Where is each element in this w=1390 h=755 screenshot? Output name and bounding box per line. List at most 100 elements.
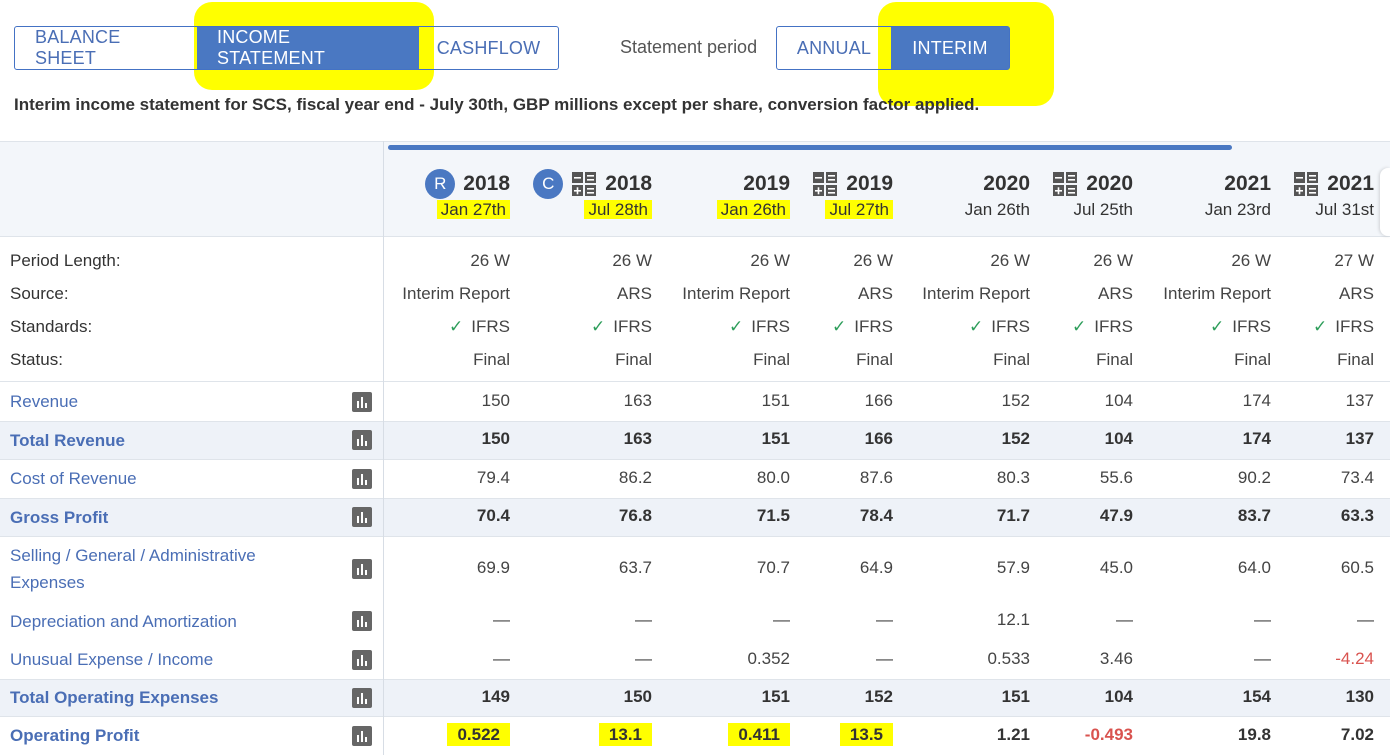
source-cell: ARS xyxy=(753,284,893,304)
status-cell: Final xyxy=(1234,350,1374,370)
column-header[interactable]: C 2018 Jul 28th xyxy=(512,169,652,220)
table-cell: 3.46 xyxy=(993,649,1133,669)
table-cell: — xyxy=(753,649,893,669)
column-date: Jul 31st xyxy=(1234,200,1374,220)
row-label[interactable]: Selling / General / Administrative Expens… xyxy=(10,542,256,596)
bar-chart-icon[interactable] xyxy=(352,649,372,670)
cell-value: 69.9 xyxy=(476,558,510,577)
status-cell: Final xyxy=(993,350,1133,370)
meta-value: 26 W xyxy=(612,251,652,270)
column-date-text: Jan 27th xyxy=(436,200,510,219)
meta-value: Final xyxy=(1096,350,1133,369)
row-label[interactable]: Unusual Expense / Income xyxy=(10,646,213,673)
standards-cell: ✓ IFRS xyxy=(370,317,510,337)
meta-value: ARS xyxy=(1339,284,1374,303)
bar-chart-icon[interactable] xyxy=(352,559,372,579)
column-year-row: C 2018 xyxy=(512,169,652,199)
tab-cashflow[interactable]: CASHFLOW xyxy=(419,27,558,69)
checkmark-icon: ✓ xyxy=(832,317,847,336)
cell-value: 78.4 xyxy=(859,506,893,525)
cell-value: — xyxy=(493,610,510,629)
table-cell: 73.4 xyxy=(1234,468,1374,488)
column-header[interactable]: 2020 Jul 25th xyxy=(993,170,1133,220)
cell-value: 166 xyxy=(864,390,893,410)
column-header[interactable]: R 2018 Jan 27th xyxy=(370,169,510,220)
table-cell: 64.9 xyxy=(753,558,893,578)
column-date-text: Jul 27th xyxy=(825,200,893,219)
bar-chart-icon[interactable] xyxy=(352,725,372,746)
cell-value: 150 xyxy=(623,686,652,706)
tab-annual[interactable]: ANNUAL xyxy=(777,27,891,69)
bar-chart-icon[interactable] xyxy=(352,611,372,631)
bar-chart-icon[interactable] xyxy=(352,468,372,489)
column-date-text: Jul 31st xyxy=(1315,200,1374,219)
row-label[interactable]: Total Revenue xyxy=(10,427,125,454)
source-cell: ARS xyxy=(1234,284,1374,304)
standards-cell: ✓ IFRS xyxy=(993,317,1133,337)
table-cell: 87.6 xyxy=(753,468,893,488)
meta-value: Final xyxy=(473,350,510,369)
meta-value: 26 W xyxy=(853,251,893,270)
cell-value: 150 xyxy=(481,390,510,410)
bar-chart-icon[interactable] xyxy=(352,391,372,412)
table-cell: 130 xyxy=(1234,687,1374,707)
cell-value: 3.46 xyxy=(1099,648,1133,668)
row-label[interactable]: Total Operating Expenses xyxy=(10,684,218,711)
table-cell: 79.4 xyxy=(370,468,510,488)
scroll-right-handle[interactable] xyxy=(1380,168,1390,236)
standards-cell: ✓ IFRS xyxy=(753,317,893,337)
column-header[interactable]: 2021 Jul 31st xyxy=(1234,170,1374,220)
status-label: Status: xyxy=(10,350,63,369)
status-cell: Final xyxy=(370,350,510,370)
tab-income-statement[interactable]: INCOME STATEMENT xyxy=(197,27,419,69)
cell-value: 104 xyxy=(1104,686,1133,706)
row-label[interactable]: Revenue xyxy=(10,388,78,415)
row-label[interactable]: Depreciation and Amortization xyxy=(10,608,237,635)
cell-value: 137 xyxy=(1345,429,1374,448)
source-cell: ARS xyxy=(512,284,652,304)
row-label[interactable]: Operating Profit xyxy=(10,722,139,749)
meta-value: Final xyxy=(856,350,893,369)
calculator-icon xyxy=(813,172,838,196)
table-cell: 0.522 xyxy=(370,722,510,746)
table-cell: 166 xyxy=(753,391,893,411)
table-cell: 150 xyxy=(370,429,510,449)
cell-value: 137 xyxy=(1345,390,1374,410)
table-cell: 150 xyxy=(512,687,652,707)
table-cell: — xyxy=(993,610,1133,630)
cell-value: 7.02 xyxy=(1340,724,1374,744)
cell-value: 45.0 xyxy=(1099,558,1133,577)
row-label[interactable]: Gross Profit xyxy=(10,504,108,531)
cell-value: 150 xyxy=(481,429,510,448)
period-length-cell: 26 W xyxy=(512,251,652,271)
table-cell: — xyxy=(753,610,893,630)
meta-value: ARS xyxy=(617,284,652,303)
bar-chart-icon[interactable] xyxy=(352,687,372,708)
table-cell: 13.5 xyxy=(753,722,893,746)
bar-chart-icon[interactable] xyxy=(352,430,372,450)
column-date-text: Jul 25th xyxy=(1073,200,1133,219)
table-cell: 166 xyxy=(753,429,893,449)
meta-value: 27 W xyxy=(1334,251,1374,270)
row-label[interactable]: Cost of Revenue xyxy=(10,465,137,492)
tab-interim[interactable]: INTERIM xyxy=(891,27,1009,69)
scroll-indicator[interactable] xyxy=(388,145,1232,150)
column-year-row: 2020 xyxy=(993,170,1133,198)
row-label-line: Expenses xyxy=(10,573,85,592)
column-year-row: 2021 xyxy=(1234,170,1374,198)
column-header[interactable]: 2019 Jul 27th xyxy=(753,170,893,220)
table-cell: 149 xyxy=(370,687,510,707)
bar-chart-icon[interactable] xyxy=(352,507,372,527)
meta-value: ARS xyxy=(1098,284,1133,303)
cell-value: 104 xyxy=(1104,429,1133,448)
cell-value: 163 xyxy=(623,390,652,410)
calculator-icon xyxy=(1053,172,1078,196)
checkmark-icon: ✓ xyxy=(1072,317,1087,336)
cell-value: 152 xyxy=(864,686,893,706)
statement-tabs: BALANCE SHEET INCOME STATEMENT CASHFLOW xyxy=(14,26,559,70)
tab-balance-sheet[interactable]: BALANCE SHEET xyxy=(15,27,197,69)
table-cell: 163 xyxy=(512,391,652,411)
cell-value: — xyxy=(493,648,510,668)
meta-value: 26 W xyxy=(470,251,510,270)
standards-cell: ✓ IFRS xyxy=(512,317,652,337)
